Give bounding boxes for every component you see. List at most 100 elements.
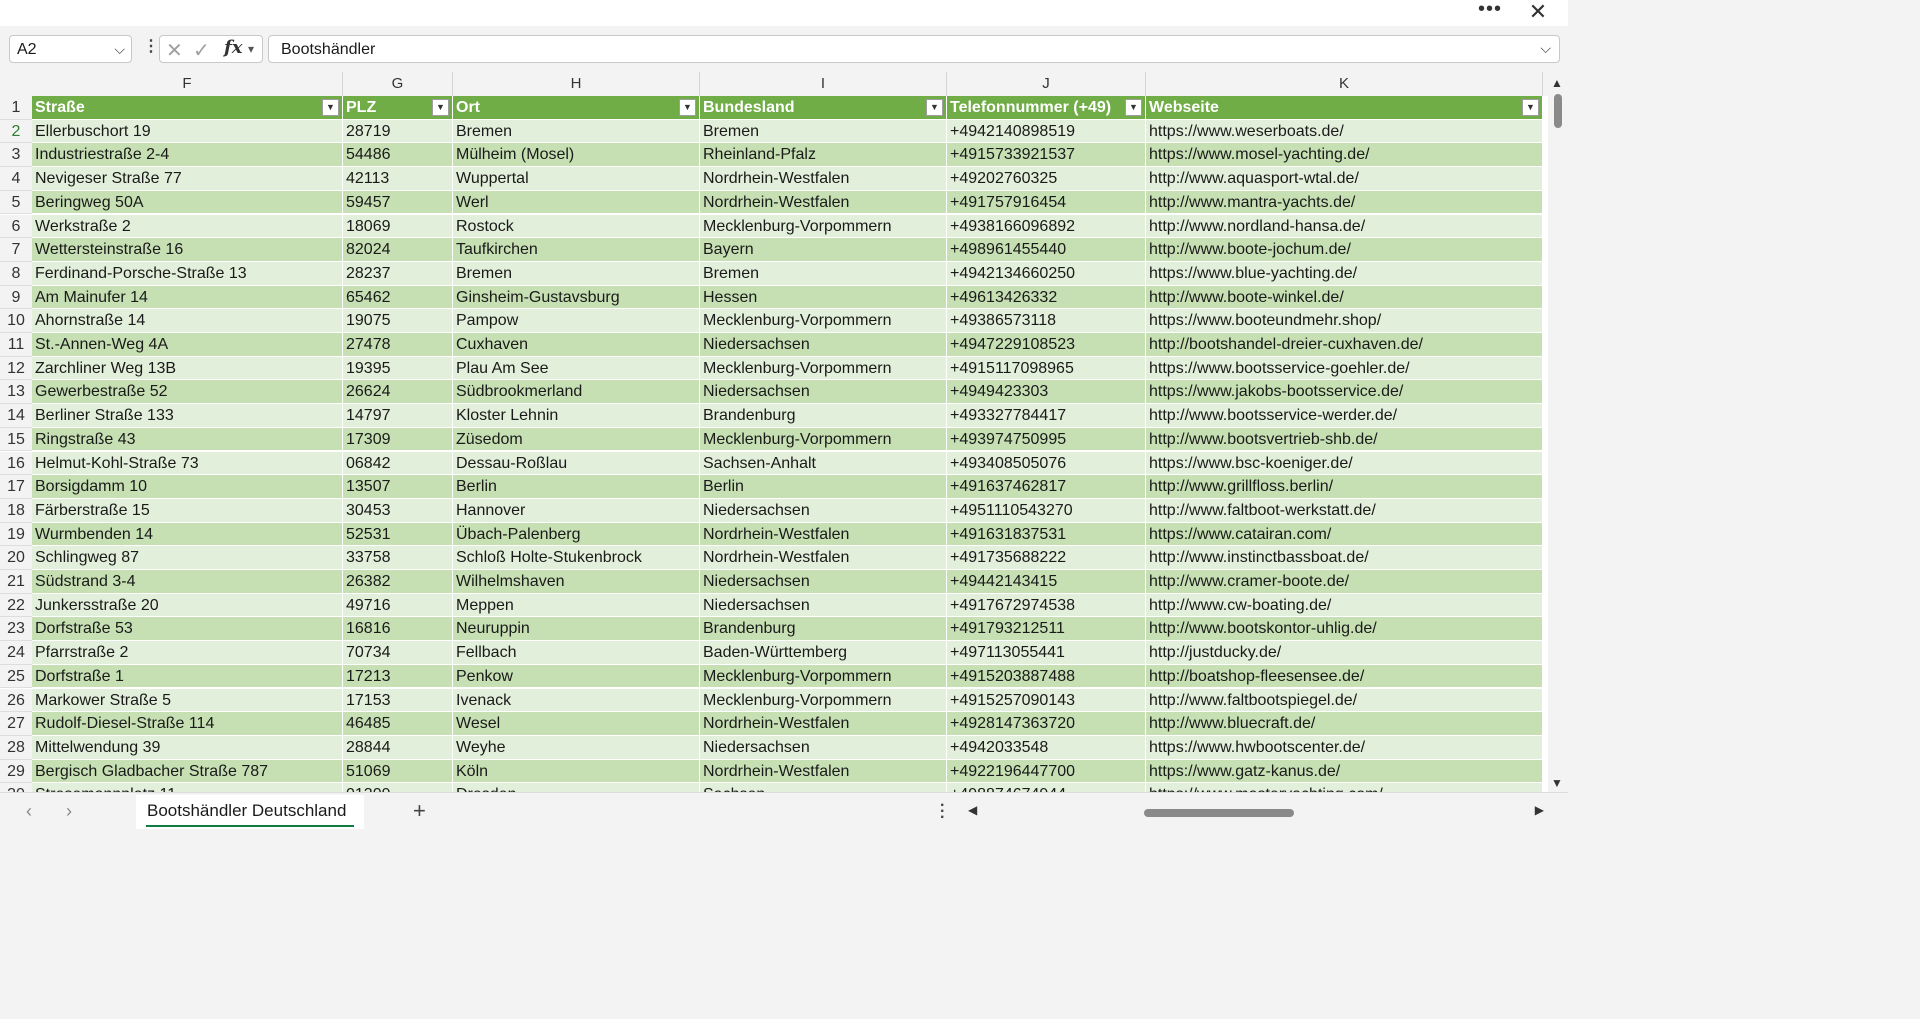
header-cell-strasse[interactable]: Straße ▼ <box>32 96 343 120</box>
row-number[interactable]: 18 <box>0 498 32 523</box>
cell-ort[interactable]: Pampow <box>453 309 700 333</box>
row-number[interactable]: 28 <box>0 735 32 760</box>
cell-webseite[interactable]: http://www.aquasport-wtal.de/ <box>1146 167 1543 191</box>
cell-telefon[interactable]: +4928147363720 <box>947 712 1146 736</box>
cell-bundesland[interactable]: Bremen <box>700 119 947 144</box>
cell-plz[interactable]: 54486 <box>343 143 453 168</box>
cell-telefon[interactable]: +4915257090143 <box>947 688 1146 713</box>
cell-plz[interactable]: 13507 <box>343 475 453 499</box>
cell-telefon[interactable]: +491735688222 <box>947 546 1146 570</box>
cell-plz[interactable]: 28719 <box>343 119 453 144</box>
row-number[interactable]: 1 <box>0 96 32 120</box>
cell-telefon[interactable]: +491631837531 <box>947 522 1146 547</box>
row-number[interactable]: 30 <box>0 783 32 792</box>
cell-telefon[interactable]: +491793212511 <box>947 617 1146 642</box>
cell-plz[interactable]: 01309 <box>343 783 453 792</box>
cell-telefon[interactable]: +497113055441 <box>947 641 1146 665</box>
row-number[interactable]: 26 <box>0 688 32 713</box>
column-header-j[interactable]: J <box>947 72 1146 96</box>
column-header-f[interactable]: F <box>32 72 343 96</box>
cell-telefon[interactable]: +4915117098965 <box>947 356 1146 381</box>
cell-webseite[interactable]: https://www.hwbootscenter.de/ <box>1146 735 1543 760</box>
cell-webseite[interactable]: https://www.bsc-koeniger.de/ <box>1146 451 1543 476</box>
cell-ort[interactable]: Werl <box>453 190 700 215</box>
cell-webseite[interactable]: http://www.nordland-hansa.de/ <box>1146 214 1543 239</box>
cell-strasse[interactable]: Dorfstraße 1 <box>32 664 343 689</box>
cell-webseite[interactable]: http://www.faltboot-werkstatt.de/ <box>1146 498 1543 523</box>
cell-ort[interactable]: Fellbach <box>453 641 700 665</box>
scroll-thumb[interactable] <box>1144 809 1294 817</box>
row-number[interactable]: 15 <box>0 427 32 452</box>
cell-plz[interactable]: 70734 <box>343 641 453 665</box>
cell-strasse[interactable]: Bergisch Gladbacher Straße 787 <box>32 759 343 784</box>
cell-telefon[interactable]: +498874674944 <box>947 783 1146 792</box>
cell-webseite[interactable]: http://www.cramer-boote.de/ <box>1146 570 1543 594</box>
cell-bundesland[interactable]: Mecklenburg-Vorpommern <box>700 214 947 239</box>
cell-bundesland[interactable]: Mecklenburg-Vorpommern <box>700 356 947 381</box>
cell-telefon[interactable]: +4949423303 <box>947 380 1146 405</box>
cell-ort[interactable]: Kloster Lehnin <box>453 404 700 428</box>
cell-plz[interactable]: 17213 <box>343 664 453 689</box>
cancel-icon[interactable]: ✕ <box>166 38 183 63</box>
cell-plz[interactable]: 28844 <box>343 735 453 760</box>
more-options-icon[interactable]: ••• <box>1476 0 1504 23</box>
cell-webseite[interactable]: https://www.mosel-yachting.de/ <box>1146 143 1543 168</box>
header-cell-telefon[interactable]: Telefonnummer (+49) ▼ <box>947 96 1146 120</box>
cell-webseite[interactable]: http://boatshop-fleesensee.de/ <box>1146 664 1543 689</box>
cell-webseite[interactable]: https://www.blue-yachting.de/ <box>1146 261 1543 286</box>
cell-bundesland[interactable]: Berlin <box>700 475 947 499</box>
column-header-h[interactable]: H <box>453 72 700 96</box>
chevron-down-icon[interactable]: ⌵ <box>114 41 125 58</box>
cell-ort[interactable]: Rostock <box>453 214 700 239</box>
cell-strasse[interactable]: Beringweg 50A <box>32 190 343 215</box>
cell-strasse[interactable]: Ahornstraße 14 <box>32 309 343 333</box>
cell-ort[interactable]: Hannover <box>453 498 700 523</box>
cell-ort[interactable]: Ivenack <box>453 688 700 713</box>
name-box[interactable]: A2 ⌵ <box>9 35 132 63</box>
cell-strasse[interactable]: Rudolf-Diesel-Straße 114 <box>32 712 343 736</box>
cell-ort[interactable]: Übach-Palenberg <box>453 522 700 547</box>
row-number[interactable]: 19 <box>0 522 32 547</box>
cell-ort[interactable]: Ginsheim-Gustavsburg <box>453 285 700 310</box>
cell-plz[interactable]: 42113 <box>343 167 453 191</box>
row-number[interactable]: 20 <box>0 546 32 570</box>
cell-strasse[interactable]: Wettersteinstraße 16 <box>32 238 343 262</box>
cell-ort[interactable]: Südbrookmerland <box>453 380 700 405</box>
cell-webseite[interactable]: http://www.boote-jochum.de/ <box>1146 238 1543 262</box>
cell-bundesland[interactable]: Mecklenburg-Vorpommern <box>700 309 947 333</box>
cell-plz[interactable]: 51069 <box>343 759 453 784</box>
next-sheet-icon[interactable]: › <box>66 801 72 822</box>
filter-dropdown-icon[interactable]: ▼ <box>432 99 449 116</box>
cell-bundesland[interactable]: Nordrhein-Westfalen <box>700 522 947 547</box>
scroll-left-icon[interactable]: ◀ <box>968 803 977 817</box>
column-header-i[interactable]: I <box>700 72 947 96</box>
cell-ort[interactable]: Wilhelmshaven <box>453 570 700 594</box>
cell-bundesland[interactable]: Sachsen <box>700 783 947 792</box>
header-cell-plz[interactable]: PLZ ▼ <box>343 96 453 120</box>
cell-plz[interactable]: 82024 <box>343 238 453 262</box>
cell-plz[interactable]: 33758 <box>343 546 453 570</box>
cell-ort[interactable]: Dessau-Roßlau <box>453 451 700 476</box>
row-number[interactable]: 13 <box>0 380 32 405</box>
cell-webseite[interactable]: http://www.mantra-yachts.de/ <box>1146 190 1543 215</box>
cell-telefon[interactable]: +4922196447700 <box>947 759 1146 784</box>
cell-bundesland[interactable]: Mecklenburg-Vorpommern <box>700 688 947 713</box>
previous-sheet-icon[interactable]: ‹ <box>26 801 32 822</box>
cell-ort[interactable]: Dresden <box>453 783 700 792</box>
cell-bundesland[interactable]: Mecklenburg-Vorpommern <box>700 427 947 452</box>
cell-strasse[interactable]: Dorfstraße 53 <box>32 617 343 642</box>
cell-strasse[interactable]: Ringstraße 43 <box>32 427 343 452</box>
row-number[interactable]: 12 <box>0 356 32 381</box>
row-number[interactable]: 27 <box>0 712 32 736</box>
cell-bundesland[interactable]: Brandenburg <box>700 617 947 642</box>
cell-telefon[interactable]: +4938166096892 <box>947 214 1146 239</box>
cell-webseite[interactable]: http://www.cw-boating.de/ <box>1146 593 1543 618</box>
row-number[interactable]: 22 <box>0 593 32 618</box>
scroll-up-icon[interactable]: ▲ <box>1551 76 1563 90</box>
cell-strasse[interactable]: Mittelwendung 39 <box>32 735 343 760</box>
cell-telefon[interactable]: +4915733921537 <box>947 143 1146 168</box>
cell-webseite[interactable]: http://bootshandel-dreier-cuxhaven.de/ <box>1146 333 1543 357</box>
cell-bundesland[interactable]: Niedersachsen <box>700 380 947 405</box>
cell-ort[interactable]: Berlin <box>453 475 700 499</box>
cell-bundesland[interactable]: Nordrhein-Westfalen <box>700 712 947 736</box>
